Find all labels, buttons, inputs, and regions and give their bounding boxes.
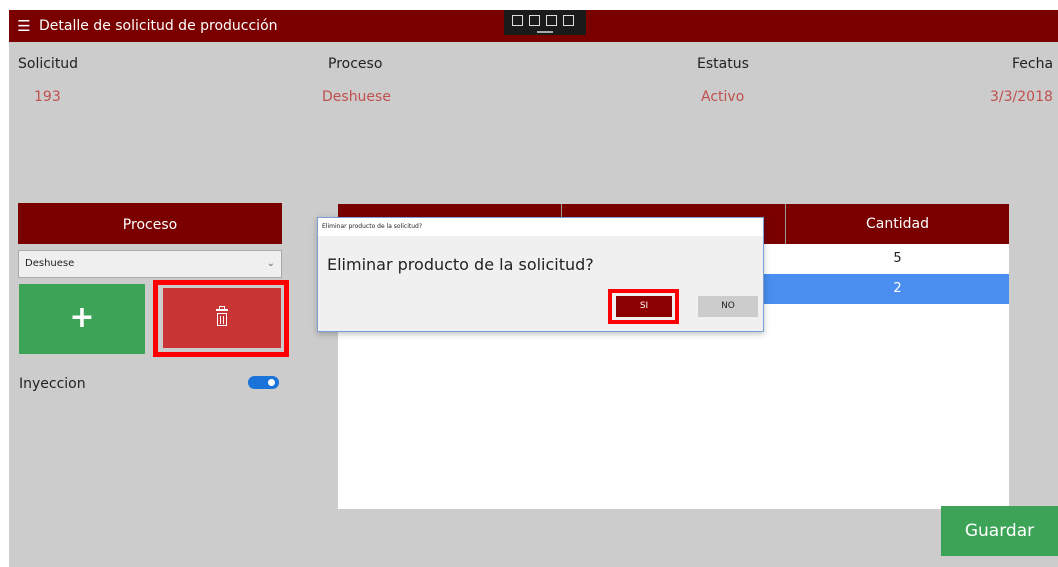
debug-toolbar [504,10,586,35]
add-product-button[interactable]: + [19,284,145,354]
dialog-titlebar: Eliminar producto de la solicitud? [318,218,763,236]
toggle-knob [268,379,275,386]
delete-product-button[interactable] [163,288,281,348]
column-header-cantidad: Cantidad [866,216,929,232]
toolbar-collapse-handle[interactable] [537,31,553,33]
cantidad-cell: 2 [893,281,902,296]
fecha-value: 3/3/2018 [990,89,1053,105]
track-focused-element-icon[interactable] [546,15,557,26]
select-element-icon[interactable] [512,15,523,26]
proceso-value: Deshuese [322,89,391,105]
display-hotspot-icon[interactable] [563,15,574,26]
hamburger-icon[interactable]: ☰ [13,12,35,40]
estatus-value: Activo [701,89,745,105]
confirm-delete-dialog: Eliminar producto de la solicitud? Elimi… [317,217,764,332]
dialog-message: Eliminar producto de la solicitud? [327,255,594,274]
cantidad-cell: 5 [893,251,902,266]
chevron-down-icon: ⌄ [266,258,275,269]
proceso-label: Proceso [328,56,383,72]
display-layout-adorners-icon[interactable] [529,15,540,26]
solicitud-value: 193 [34,89,61,105]
no-button[interactable]: NO [698,296,758,317]
proceso-select[interactable]: Deshuese ⌄ [18,250,282,278]
fecha-label: Fecha [1012,56,1054,72]
guardar-button[interactable]: Guardar [941,506,1058,556]
proceso-select-value: Deshuese [25,258,75,269]
dialog-title: Eliminar producto de la solicitud? [322,223,423,230]
si-button[interactable]: SI [616,296,672,317]
app-window: ☰ Detalle de solicitud de producción Sol… [9,10,1058,567]
inyeccion-label: Inyeccion [19,376,86,392]
proceso-header: Proceso [18,203,282,244]
estatus-label: Estatus [697,56,749,72]
trash-icon [215,306,229,328]
solicitud-label: Solicitud [18,56,79,72]
page-title: Detalle de solicitud de producción [39,18,278,34]
inyeccion-toggle[interactable] [248,376,279,389]
